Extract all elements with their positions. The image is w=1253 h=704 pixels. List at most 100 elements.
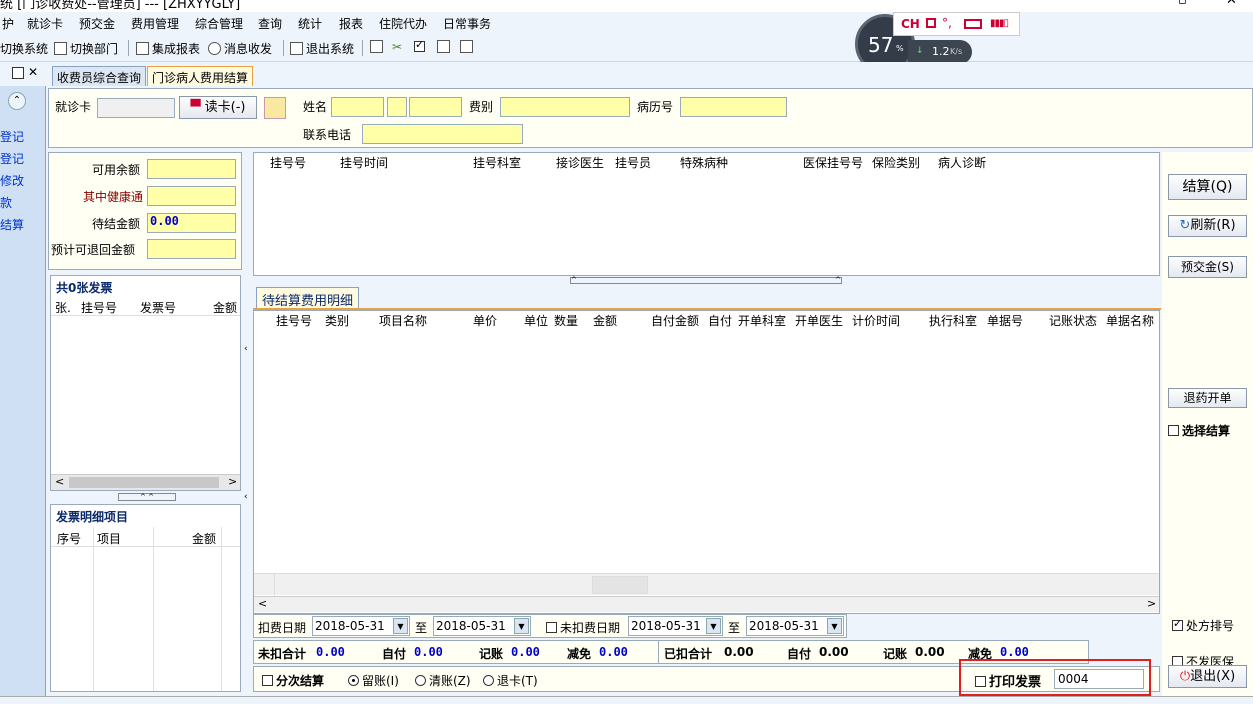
tab-pending-detail[interactable]: 待结算费用明细 bbox=[256, 287, 360, 309]
tab-settlement[interactable]: 门诊病人费用结算 bbox=[147, 66, 254, 86]
checkbox-icon[interactable] bbox=[1172, 617, 1183, 631]
window-icon[interactable] bbox=[460, 40, 476, 54]
col-header: 记账状态 bbox=[1049, 314, 1098, 328]
report-button[interactable]: 集成报表 bbox=[136, 40, 200, 57]
col-header: 执行科室 bbox=[929, 314, 978, 328]
chevron-down-icon[interactable]: ▼ bbox=[706, 618, 721, 634]
clear-brush-icon[interactable] bbox=[264, 97, 286, 119]
undeduct-from-select[interactable]: 2018-05-31 ▼ bbox=[628, 616, 723, 636]
nav-item[interactable]: 修改 bbox=[0, 172, 24, 189]
rx-sort-checkbox[interactable]: 处方排号 bbox=[1172, 617, 1234, 634]
nav-item[interactable]: 登记 bbox=[0, 128, 24, 145]
select-settle-checkbox[interactable]: 选择结算 bbox=[1168, 422, 1230, 439]
splitter-handle[interactable]: ^ ^ bbox=[118, 493, 176, 501]
chevron-down-icon[interactable]: ▼ bbox=[827, 618, 842, 634]
scroll-right-icon[interactable]: > bbox=[1147, 597, 1156, 610]
card-input[interactable] bbox=[97, 98, 175, 118]
deduct-to-select[interactable]: 2018-05-31 ▼ bbox=[433, 616, 531, 636]
edit-icon[interactable] bbox=[370, 40, 386, 54]
deposit-button[interactable]: 预交金(S) bbox=[1168, 256, 1247, 278]
menu-item[interactable]: 费用管理 bbox=[131, 15, 179, 32]
sex-input[interactable] bbox=[387, 97, 407, 117]
undeduct-to-select[interactable]: 2018-05-31 ▼ bbox=[746, 616, 844, 636]
checkbox-icon[interactable] bbox=[546, 622, 557, 633]
fee-type-input[interactable] bbox=[500, 97, 630, 117]
collapse-left-icon-2[interactable]: ‹ bbox=[244, 492, 248, 502]
refresh-button[interactable]: ↻刷新(R) bbox=[1168, 215, 1247, 237]
splitter-handle-h[interactable]: ^ ^ bbox=[570, 277, 842, 284]
message-button[interactable]: 消息收发 bbox=[208, 40, 272, 57]
tab-cashier-query[interactable]: 收费员综合查询 bbox=[52, 66, 147, 86]
ime-lang[interactable]: CH bbox=[901, 17, 920, 31]
checkbox-icon[interactable] bbox=[1168, 425, 1179, 436]
name-input[interactable] bbox=[331, 97, 384, 117]
switch-system-button[interactable]: 切换系统 bbox=[0, 40, 48, 57]
scroll-left-icon[interactable]: < bbox=[55, 475, 64, 488]
menu-item[interactable]: 综合管理 bbox=[195, 15, 243, 32]
ime-mode-icon[interactable] bbox=[926, 18, 936, 28]
menu-item[interactable]: 报表 bbox=[339, 15, 363, 32]
print-invoice-checkbox[interactable]: 打印发票 bbox=[975, 671, 1041, 690]
invoice-detail-header: 序号 项目 金额 bbox=[51, 527, 240, 547]
checkbox-icon[interactable] bbox=[262, 675, 273, 686]
menu-item[interactable]: 护 bbox=[2, 15, 14, 32]
checkbox-icon[interactable] bbox=[975, 676, 986, 687]
undeduct-checkbox[interactable]: 未扣费日期 bbox=[546, 619, 620, 636]
menu-item[interactable]: 预交金 bbox=[79, 15, 115, 32]
read-card-button[interactable]: ▀ 读卡(-) bbox=[179, 96, 257, 119]
scissors-icon[interactable]: ✂ bbox=[392, 40, 402, 54]
nav-item[interactable]: 款 bbox=[0, 194, 12, 211]
ime-punct[interactable]: °, bbox=[942, 16, 952, 30]
record-input[interactable] bbox=[680, 97, 787, 117]
gauge-unit: % bbox=[896, 44, 904, 53]
refund-card-radio[interactable]: 退卡(T) bbox=[483, 672, 538, 689]
exit-button[interactable]: ⏻退出(X) bbox=[1168, 665, 1247, 688]
menu-item[interactable]: 就诊卡 bbox=[27, 15, 63, 32]
radio-icon[interactable] bbox=[348, 675, 359, 686]
return-drug-button[interactable]: 退药开单 bbox=[1168, 388, 1247, 408]
collapse-icon[interactable]: ⌃ bbox=[8, 92, 26, 110]
age-input[interactable] bbox=[409, 97, 462, 117]
scroll-thumb[interactable] bbox=[69, 477, 219, 488]
record1-value: 0.00 bbox=[511, 645, 540, 659]
close-icon[interactable]: ✕ bbox=[1226, 0, 1237, 8]
chevron-down-icon[interactable]: ▼ bbox=[514, 618, 529, 634]
health-input bbox=[147, 186, 236, 206]
radio-icon[interactable] bbox=[483, 675, 494, 686]
detail-scrollbar[interactable]: < > bbox=[254, 596, 1159, 612]
refresh-icon: ↻ bbox=[1179, 218, 1191, 233]
phone-input[interactable] bbox=[362, 124, 523, 144]
switch-dept-button[interactable]: 切换部门 bbox=[54, 40, 118, 57]
scroll-right-icon[interactable]: > bbox=[228, 475, 237, 488]
menu-item[interactable]: 统计 bbox=[298, 15, 322, 32]
menu-item[interactable]: 查询 bbox=[258, 15, 282, 32]
menu-item[interactable]: 住院代办 bbox=[379, 15, 427, 32]
close-tab-icon[interactable]: ✕ bbox=[28, 65, 38, 79]
restore-tab-icon[interactable] bbox=[12, 67, 24, 79]
invoice-number-input[interactable]: 0004 bbox=[1054, 669, 1144, 689]
scroll-left-icon[interactable]: < bbox=[258, 597, 267, 610]
col-header: 挂号员 bbox=[615, 156, 652, 170]
invoice-title: 共0张发票 bbox=[56, 281, 113, 295]
ime-menu-icon[interactable]: ▮▮▮▯ bbox=[990, 18, 1009, 29]
clear-radio[interactable]: 清账(Z) bbox=[415, 672, 471, 689]
restore-icon[interactable]: ▫ bbox=[1178, 0, 1187, 8]
keep-radio[interactable]: 留账(I) bbox=[348, 672, 399, 689]
invoice-scrollbar[interactable]: < > bbox=[51, 474, 240, 490]
nav-item[interactable]: 登记 bbox=[0, 150, 24, 167]
radio-icon[interactable] bbox=[415, 675, 426, 686]
deduct-from-select[interactable]: 2018-05-31 ▼ bbox=[312, 616, 410, 636]
columns-icon[interactable] bbox=[437, 40, 453, 54]
menu-item[interactable]: 日常事务 bbox=[443, 15, 491, 32]
network-speed: ↓ 1.2 K/s bbox=[908, 40, 972, 64]
settle-button[interactable]: 结算(Q) bbox=[1168, 174, 1247, 200]
exit-label: 退出(X) bbox=[1190, 669, 1236, 684]
collapse-left-icon[interactable]: ‹ bbox=[244, 344, 248, 354]
col-header: 挂号号 bbox=[276, 314, 313, 328]
checkbox-icon[interactable] bbox=[414, 38, 428, 54]
keyboard-icon[interactable] bbox=[964, 19, 982, 29]
chevron-down-icon[interactable]: ▼ bbox=[393, 618, 408, 634]
nav-item[interactable]: 结算 bbox=[0, 216, 24, 233]
split-settle-checkbox[interactable]: 分次结算 bbox=[262, 672, 324, 689]
exit-system-button[interactable]: 退出系统 bbox=[290, 40, 354, 57]
